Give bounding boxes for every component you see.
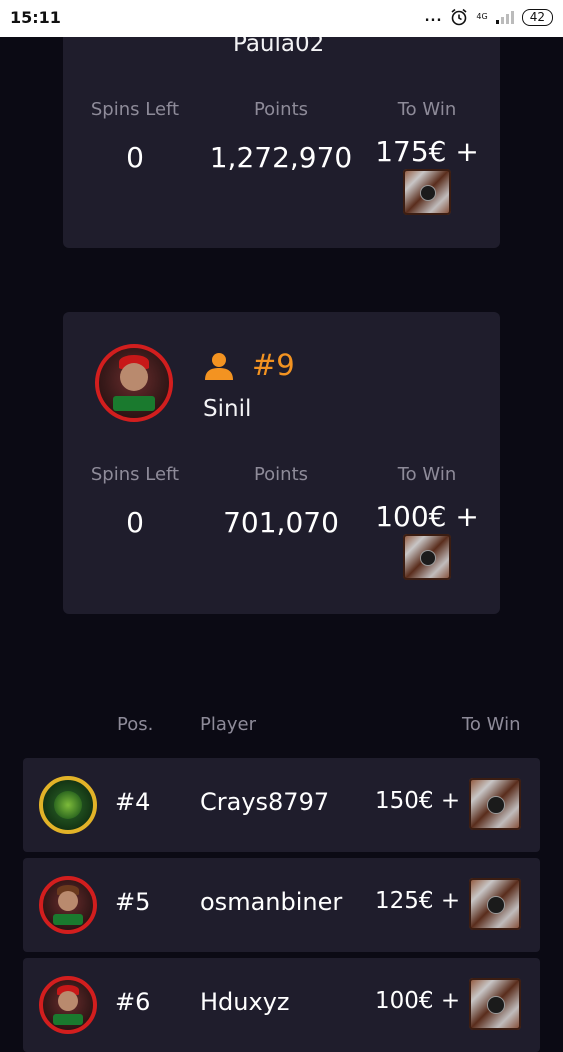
leaderboard-row[interactable]: #5 osmanbiner 125€ + — [23, 858, 540, 952]
column-header-player: Player — [200, 714, 257, 735]
loot-crate-icon — [469, 878, 521, 930]
spins-left-label: Spins Left — [90, 99, 180, 120]
user-icon — [205, 353, 233, 380]
network-type: 4G — [476, 12, 488, 21]
spins-left-label: Spins Left — [90, 464, 180, 485]
points-value: 1,272,970 — [209, 141, 353, 174]
player-avatar — [39, 876, 97, 934]
row-player-name: Hduxyz — [200, 988, 290, 1016]
loot-crate-icon — [403, 169, 451, 215]
player-card-current: #9 Sinil Spins Left Points To Win 0 701,… — [63, 312, 500, 614]
player-avatar — [39, 976, 97, 1034]
row-player-name: Crays8797 — [200, 788, 330, 816]
player-rank: #9 — [252, 348, 295, 382]
row-to-win: 125€ + — [375, 888, 461, 914]
leaderboard-row[interactable]: #4 Crays8797 150€ + — [23, 758, 540, 852]
column-header-to-win: To Win — [462, 714, 521, 735]
to-win-value: 100€ + — [375, 500, 479, 533]
status-icons: ... 4G 42 — [425, 8, 553, 26]
loot-crate-icon — [469, 778, 521, 830]
row-to-win: 150€ + — [375, 788, 461, 814]
loot-crate-icon — [469, 978, 521, 1030]
player-avatar — [95, 344, 173, 422]
loot-crate-icon — [403, 534, 451, 580]
row-position: #4 — [115, 788, 151, 816]
spins-left-value: 0 — [126, 141, 144, 174]
points-value: 701,070 — [223, 506, 339, 539]
battery-icon: 42 — [521, 8, 553, 26]
status-bar: 15:11 ... 4G 42 — [0, 0, 563, 37]
row-position: #6 — [115, 988, 151, 1016]
points-label: Points — [253, 99, 309, 120]
row-position: #5 — [115, 888, 151, 916]
spins-left-value: 0 — [126, 506, 144, 539]
row-player-name: osmanbiner — [200, 888, 343, 916]
to-win-label: To Win — [397, 464, 457, 485]
column-header-pos: Pos. — [117, 714, 154, 735]
status-time: 15:11 — [10, 8, 61, 27]
more-notifications-icon: ... — [424, 9, 443, 25]
leaderboard-row[interactable]: #6 Hduxyz 100€ + — [23, 958, 540, 1052]
row-to-win: 100€ + — [375, 988, 461, 1014]
player-card-top: Paula02 Spins Left Points To Win 0 1,272… — [63, 31, 500, 248]
signal-icon — [495, 10, 514, 24]
player-avatar — [39, 776, 97, 834]
to-win-value: 175€ + — [375, 135, 479, 168]
alarm-icon — [451, 8, 467, 26]
player-name: Sinil — [203, 396, 252, 422]
points-label: Points — [253, 464, 309, 485]
to-win-label: To Win — [397, 99, 457, 120]
